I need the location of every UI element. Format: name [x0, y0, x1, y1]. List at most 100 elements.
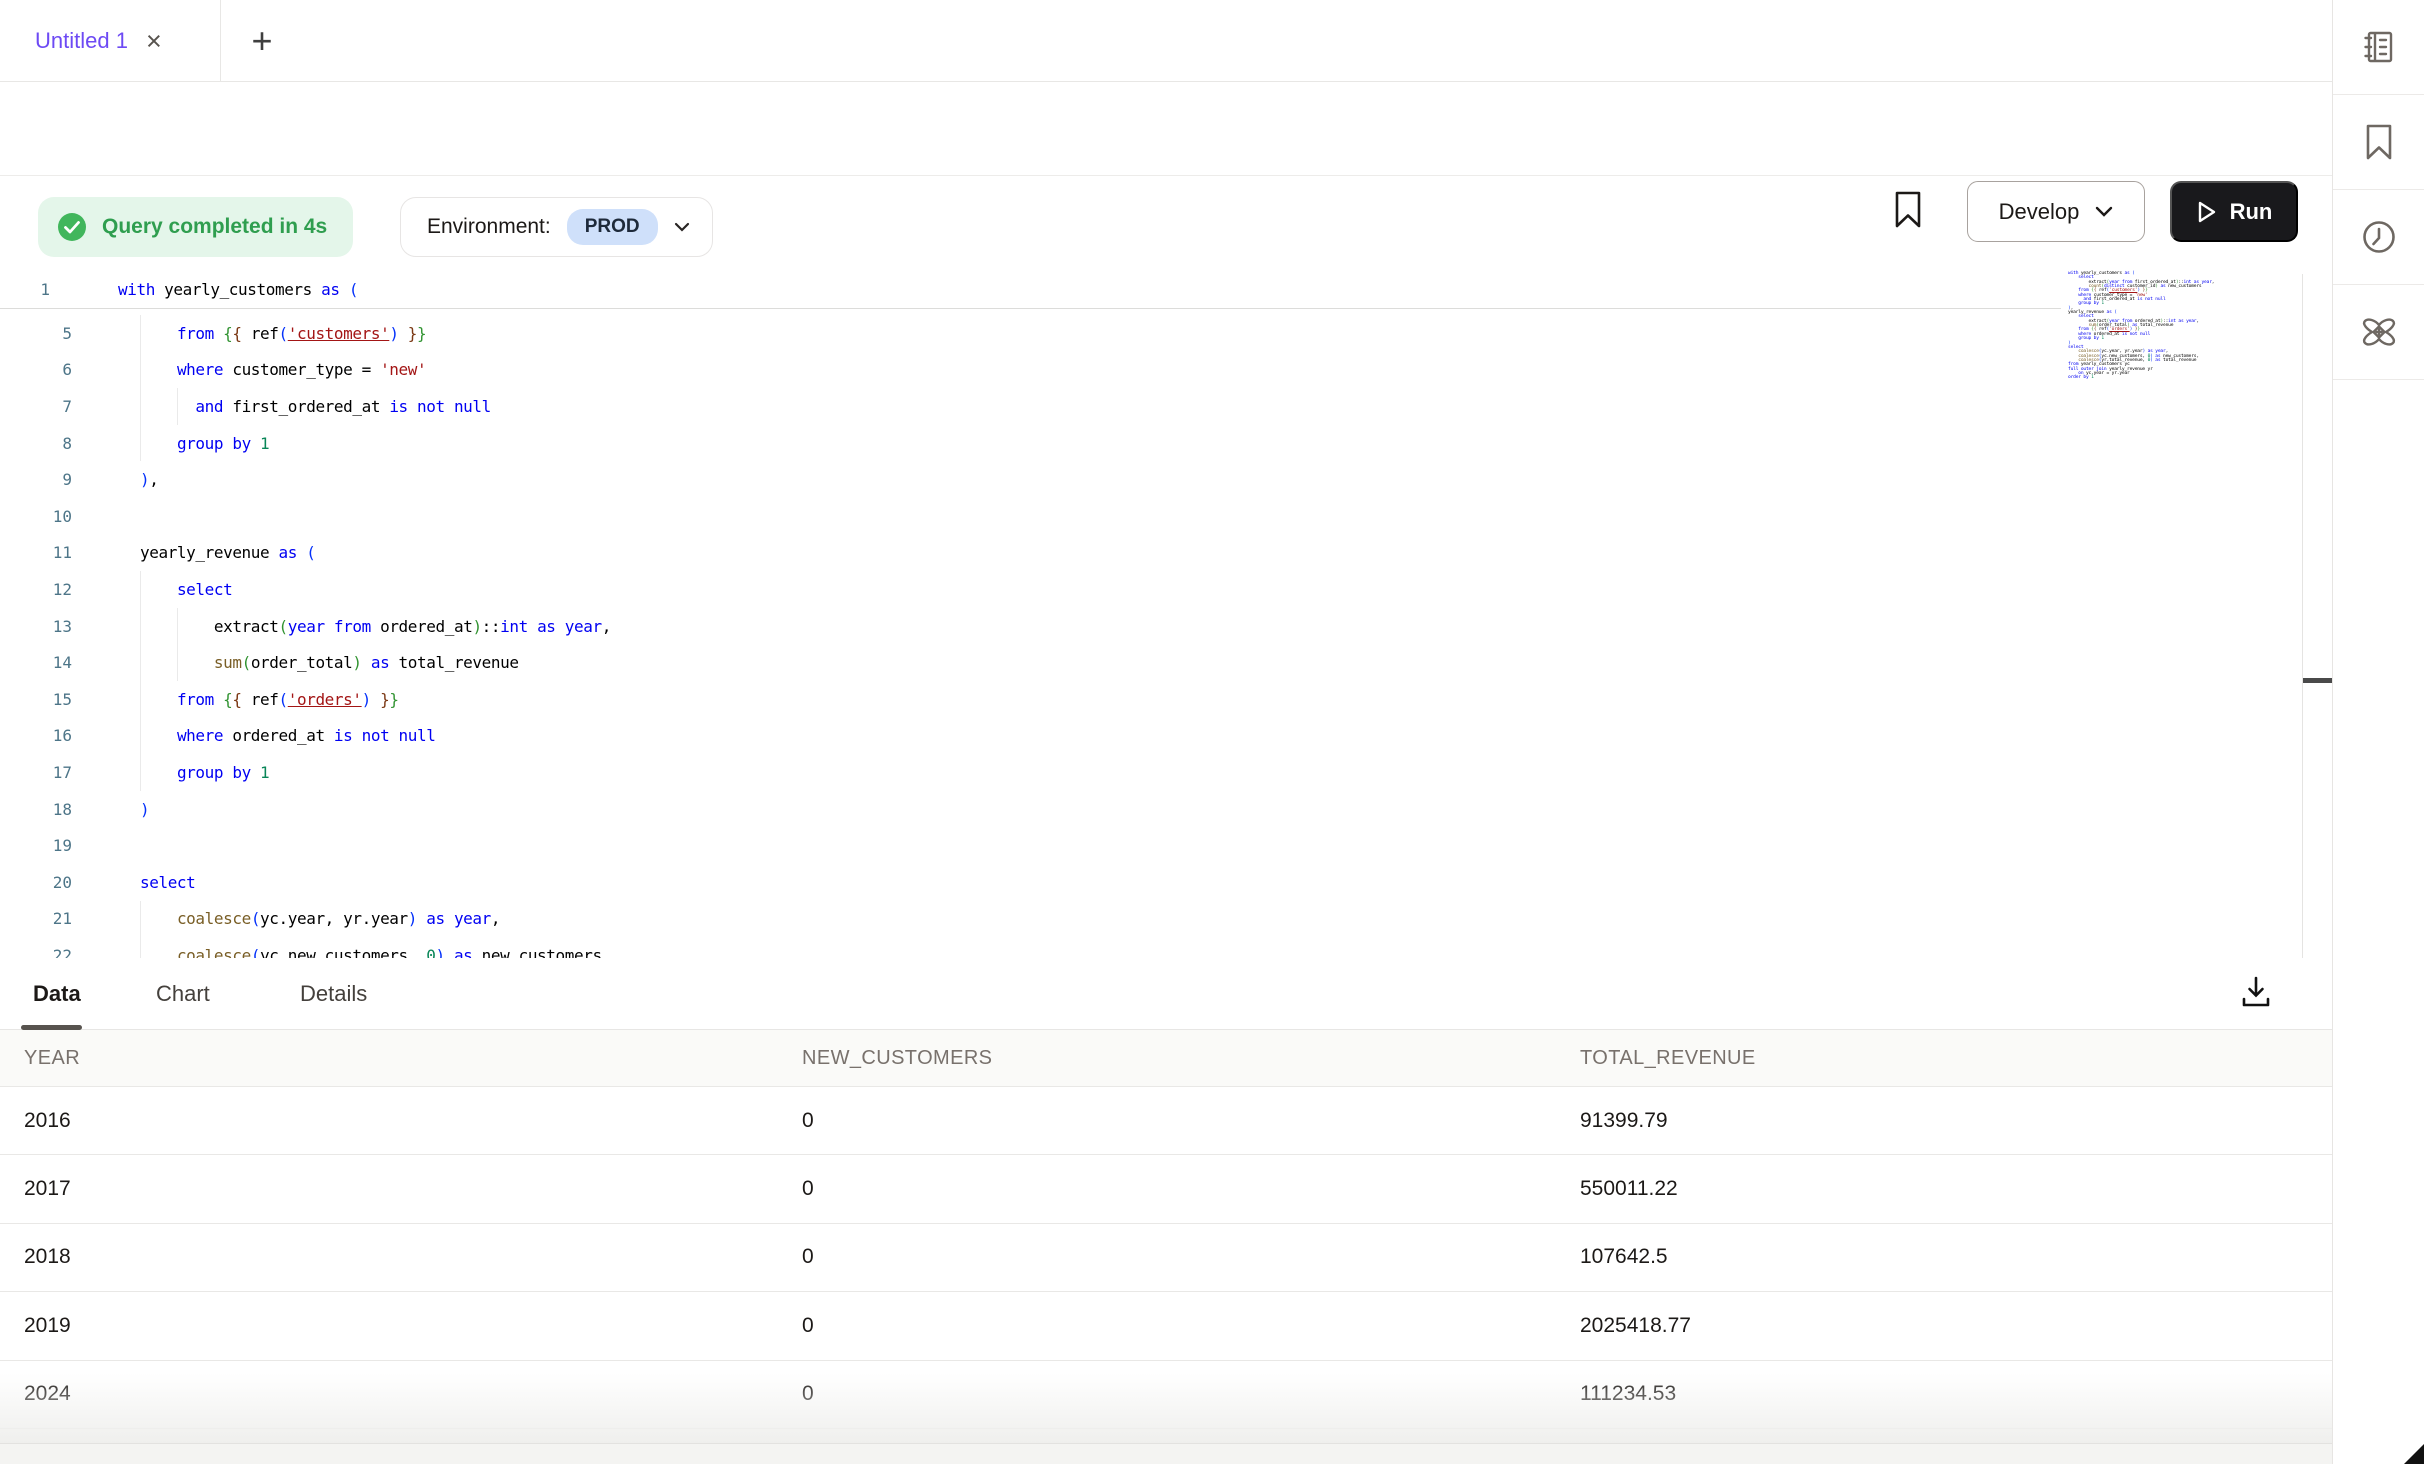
- line-number[interactable]: 12: [0, 580, 72, 599]
- sidebar-item-explore[interactable]: [2333, 285, 2424, 380]
- code-line[interactable]: 7 and first_ordered_at is not null: [0, 388, 2302, 425]
- line-number[interactable]: 16: [0, 726, 72, 745]
- sidebar-item-history[interactable]: [2333, 190, 2424, 285]
- clock-icon: [2360, 218, 2398, 256]
- table-row[interactable]: 2016 0 91399.79: [0, 1087, 2332, 1155]
- line-number[interactable]: 14: [0, 653, 72, 672]
- tab-untitled-1[interactable]: Untitled 1 ×: [35, 0, 162, 82]
- explore-icon: [2359, 312, 2399, 352]
- table-cell[interactable]: 550011.22: [1580, 1155, 1678, 1222]
- code-line[interactable]: 19: [0, 827, 2302, 864]
- pane-resize-handle[interactable]: [2303, 678, 2332, 683]
- check-circle-icon: [56, 211, 88, 243]
- tab-divider: [220, 0, 221, 82]
- line-number[interactable]: 21: [0, 909, 72, 928]
- ide-window: Untitled 1 × + Develop Run Query complet…: [0, 0, 2424, 1464]
- code-line[interactable]: 13 extract(year from ordered_at)::int as…: [0, 608, 2302, 645]
- code-line[interactable]: 15 from {{ ref('orders') }}: [0, 681, 2302, 718]
- code-line[interactable]: 18): [0, 791, 2302, 828]
- code-line[interactable]: 6 where customer_type = 'new': [0, 352, 2302, 389]
- sticky-line-code[interactable]: with yearly_customers as (: [118, 280, 358, 299]
- line-number[interactable]: 8: [0, 434, 72, 453]
- code-line[interactable]: 8 group by 1: [0, 425, 2302, 462]
- new-tab-button[interactable]: +: [236, 0, 288, 82]
- line-number[interactable]: 20: [0, 873, 72, 892]
- line-number[interactable]: 15: [0, 690, 72, 709]
- download-button[interactable]: [2230, 964, 2282, 1020]
- code-line[interactable]: 11yearly_revenue as (: [0, 535, 2302, 572]
- window-resize-grip[interactable]: [2404, 1444, 2424, 1464]
- code-line[interactable]: 20select: [0, 864, 2302, 901]
- sticky-line-number[interactable]: 1: [0, 280, 50, 299]
- table-cell[interactable]: 107642.5: [1580, 1224, 1668, 1291]
- line-number[interactable]: 19: [0, 836, 72, 855]
- tab-bar: Untitled 1 × +: [0, 0, 2332, 82]
- table-cell[interactable]: 2019: [24, 1292, 71, 1359]
- tab-data[interactable]: Data: [33, 958, 81, 1030]
- run-button[interactable]: Run: [2170, 181, 2298, 242]
- results-table-body: 2016 0 91399.79 2017 0 550011.22 2018 0 107642.5…: [0, 1087, 2332, 1430]
- sidebar-item-notebook[interactable]: [2333, 0, 2424, 95]
- table-cell[interactable]: 111234.53: [1580, 1361, 1676, 1428]
- column-header-total-revenue[interactable]: TOTAL_REVENUE: [1580, 1030, 1756, 1087]
- develop-button[interactable]: Develop: [1967, 181, 2145, 242]
- table-cell[interactable]: 2024: [24, 1361, 71, 1428]
- line-number[interactable]: 10: [0, 507, 72, 526]
- results-panel: Data Chart Details YEAR NEW_CUSTOMERS TO…: [0, 958, 2332, 1464]
- table-cell[interactable]: 2018: [24, 1224, 71, 1291]
- code-line[interactable]: 21 coalesce(yc.year, yr.year) as year,: [0, 901, 2302, 938]
- bookmark-button[interactable]: [1884, 186, 1932, 234]
- code-line[interactable]: 16 where ordered_at is not null: [0, 718, 2302, 755]
- table-row[interactable]: 2018 0 107642.5: [0, 1224, 2332, 1292]
- line-number[interactable]: 22: [0, 946, 72, 958]
- query-status-badge: Query completed in 4s: [38, 197, 353, 257]
- code-line[interactable]: 12 select: [0, 571, 2302, 608]
- editor-lines[interactable]: 5 from {{ ref('customers') }}6 where cus…: [0, 315, 2302, 958]
- sql-editor[interactable]: 1 with yearly_customers as ( 5 from {{ r…: [0, 268, 2332, 958]
- environment-selector[interactable]: Environment: PROD: [400, 197, 713, 257]
- develop-label: Develop: [1999, 199, 2080, 225]
- bookmark-icon: [2362, 123, 2396, 161]
- play-icon: [2196, 200, 2218, 224]
- sidebar-item-bookmarks[interactable]: [2333, 95, 2424, 190]
- tab-details[interactable]: Details: [300, 958, 367, 1030]
- line-number[interactable]: 18: [0, 800, 72, 819]
- line-number[interactable]: 6: [0, 360, 72, 379]
- query-status-text: Query completed in 4s: [102, 215, 327, 239]
- column-header-new-customers[interactable]: NEW_CUSTOMERS: [802, 1030, 992, 1087]
- results-tab-bar: Data Chart Details: [0, 958, 2332, 1030]
- code-line[interactable]: 9),: [0, 461, 2302, 498]
- table-cell[interactable]: 0: [802, 1087, 814, 1154]
- table-row[interactable]: 2024 0 111234.53: [0, 1361, 2332, 1429]
- code-line[interactable]: 22 coalesce(yc.new_customers, 0) as new_…: [0, 937, 2302, 958]
- environment-value-badge: PROD: [567, 209, 658, 245]
- table-cell[interactable]: 0: [802, 1361, 814, 1428]
- sticky-line[interactable]: 1 with yearly_customers as (: [0, 272, 2061, 309]
- tab-chart[interactable]: Chart: [156, 958, 210, 1030]
- close-icon[interactable]: ×: [146, 28, 162, 55]
- line-number[interactable]: 11: [0, 543, 72, 562]
- table-row[interactable]: 2017 0 550011.22: [0, 1155, 2332, 1223]
- line-number[interactable]: 5: [0, 324, 72, 343]
- table-cell[interactable]: 0: [802, 1155, 814, 1222]
- table-cell[interactable]: 0: [802, 1224, 814, 1291]
- table-cell[interactable]: 91399.79: [1580, 1087, 1668, 1154]
- download-icon: [2240, 975, 2272, 1009]
- horizontal-scrollbar-track[interactable]: [0, 1443, 2332, 1464]
- table-cell[interactable]: 0: [802, 1292, 814, 1359]
- table-cell[interactable]: 2016: [24, 1087, 71, 1154]
- table-cell[interactable]: 2025418.77: [1580, 1292, 1691, 1359]
- line-number[interactable]: 9: [0, 470, 72, 489]
- line-number[interactable]: 7: [0, 397, 72, 416]
- results-table-header: YEAR NEW_CUSTOMERS TOTAL_REVENUE: [0, 1030, 2332, 1087]
- code-line[interactable]: 17 group by 1: [0, 754, 2302, 791]
- table-cell[interactable]: 2017: [24, 1155, 71, 1222]
- code-line[interactable]: 14 sum(order_total) as total_revenue: [0, 644, 2302, 681]
- code-line[interactable]: 5 from {{ ref('customers') }}: [0, 315, 2302, 352]
- tab-label: Untitled 1: [35, 28, 128, 54]
- line-number[interactable]: 13: [0, 617, 72, 636]
- code-line[interactable]: 10: [0, 498, 2302, 535]
- table-row[interactable]: 2019 0 2025418.77: [0, 1292, 2332, 1360]
- column-header-year[interactable]: YEAR: [24, 1030, 80, 1087]
- line-number[interactable]: 17: [0, 763, 72, 782]
